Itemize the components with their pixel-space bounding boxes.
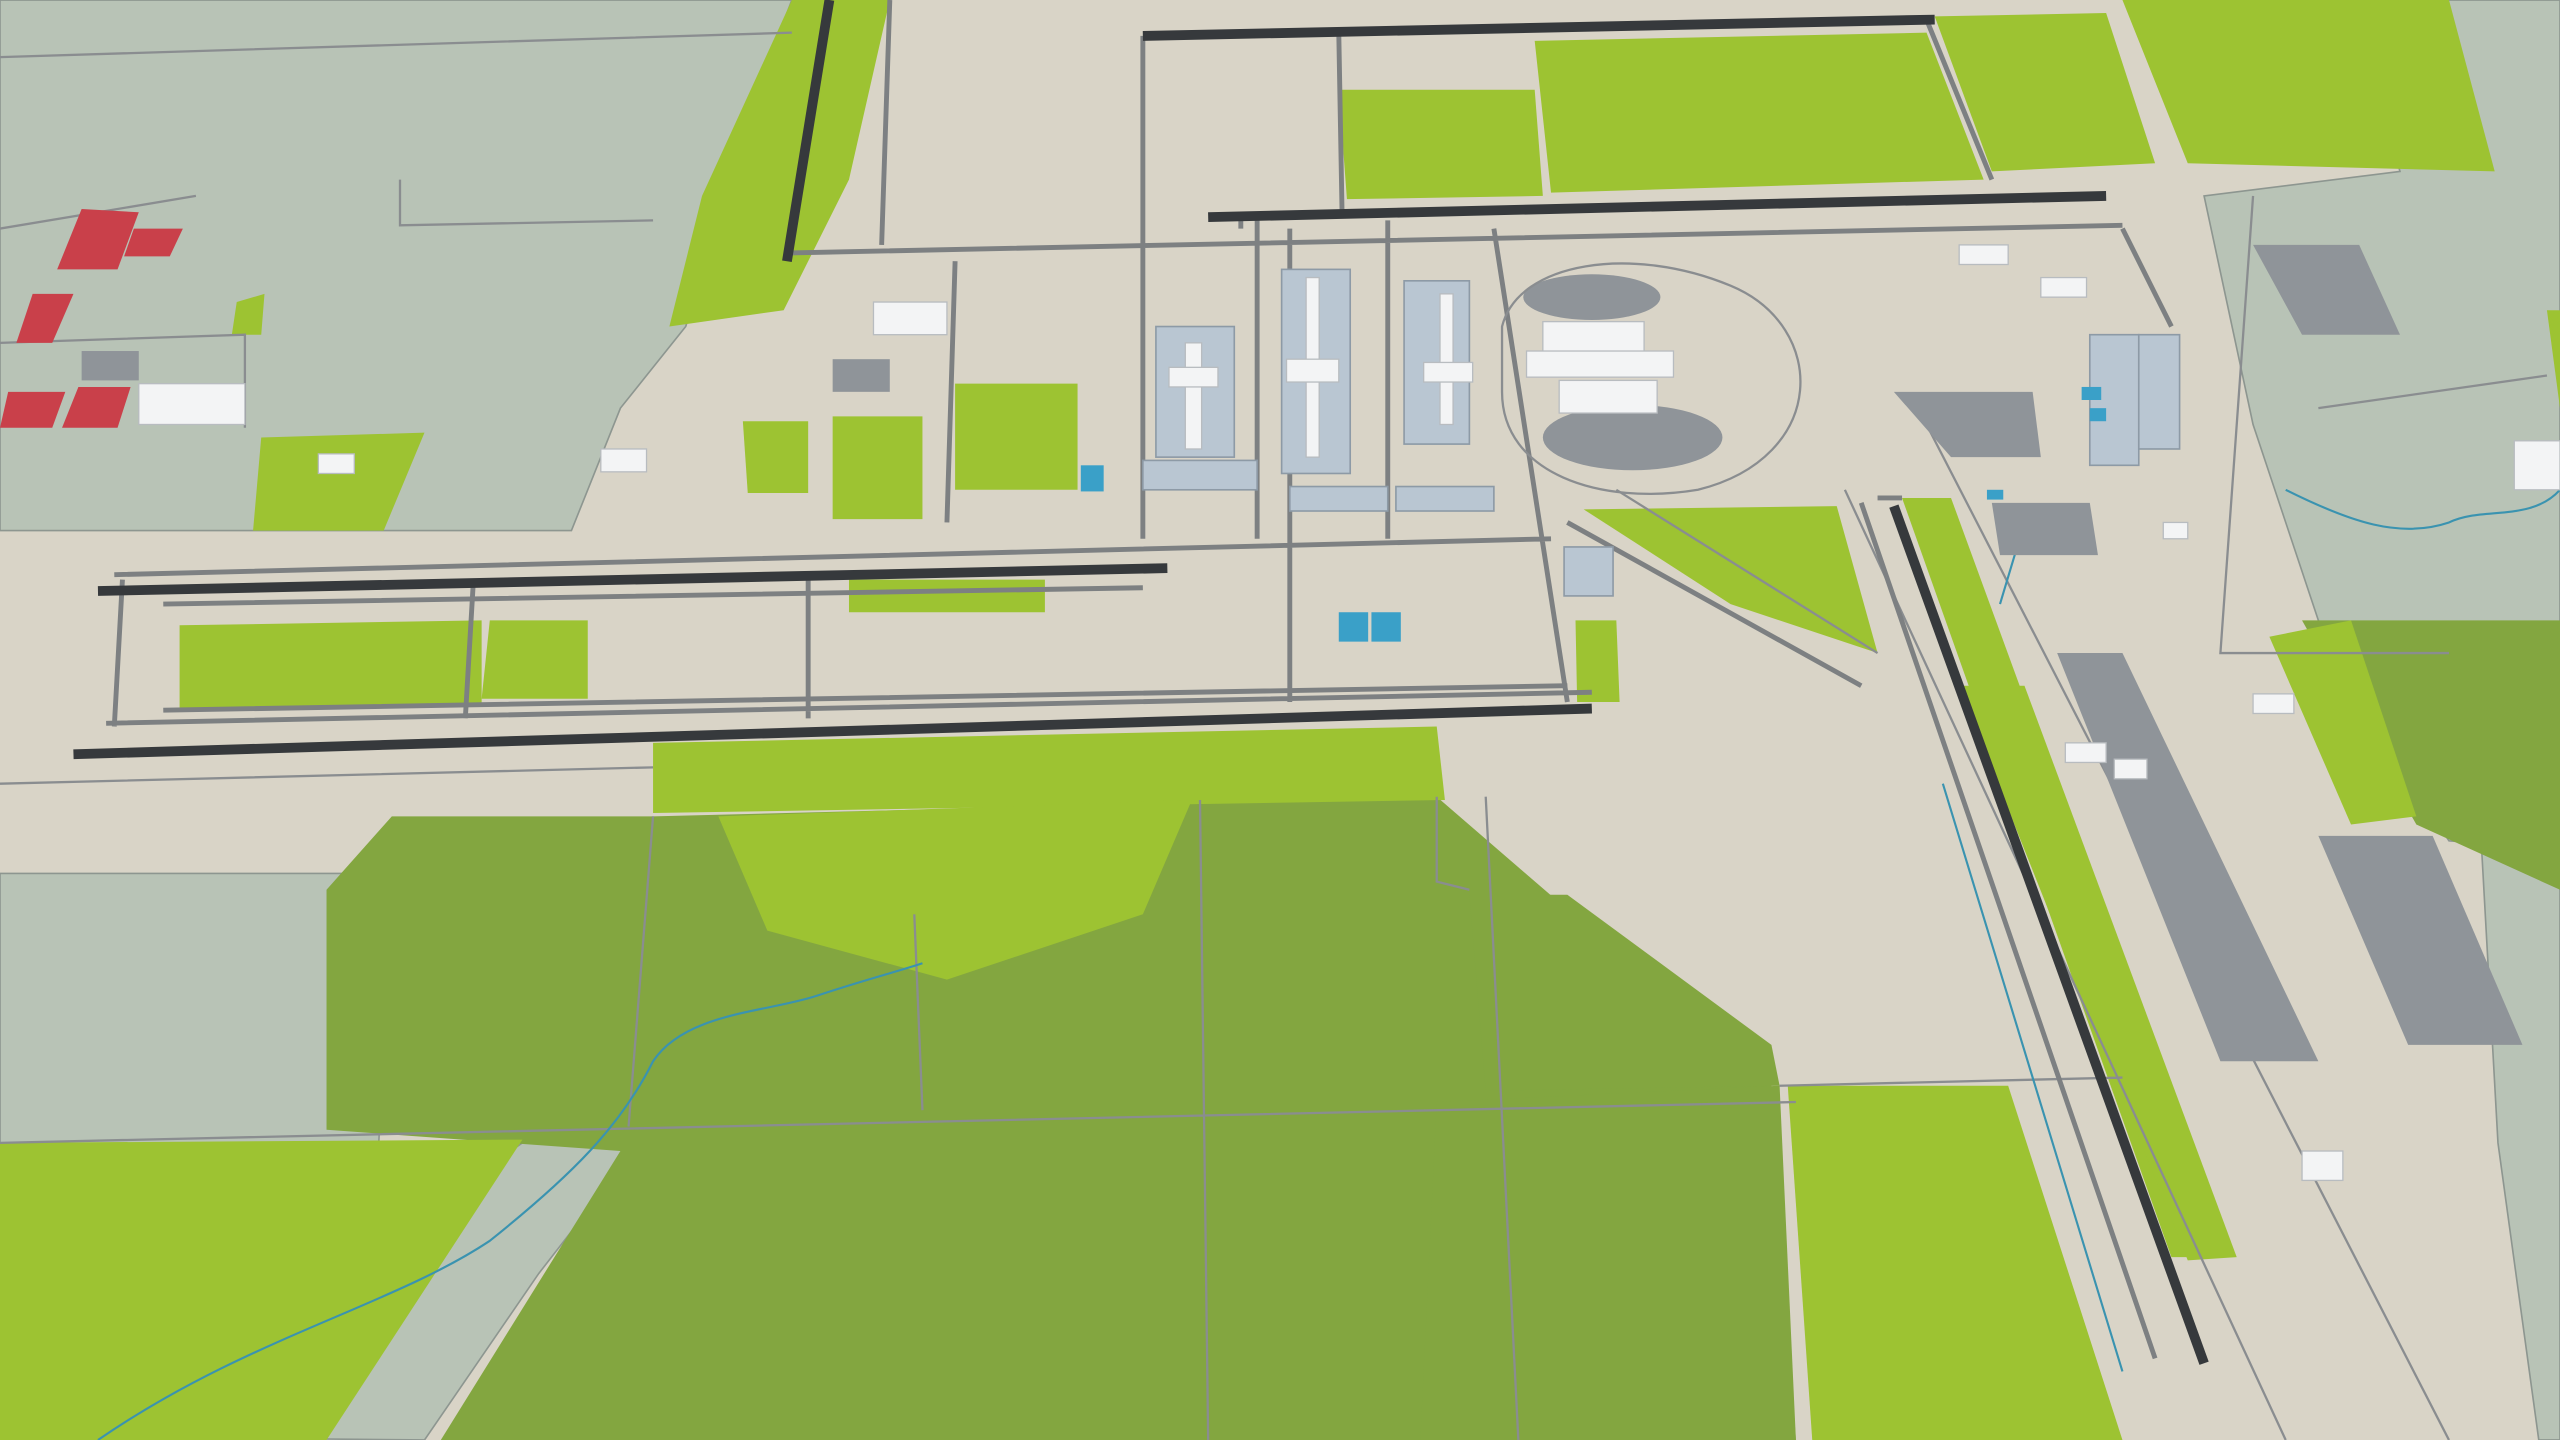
airport-render: [0, 0, 2560, 1440]
